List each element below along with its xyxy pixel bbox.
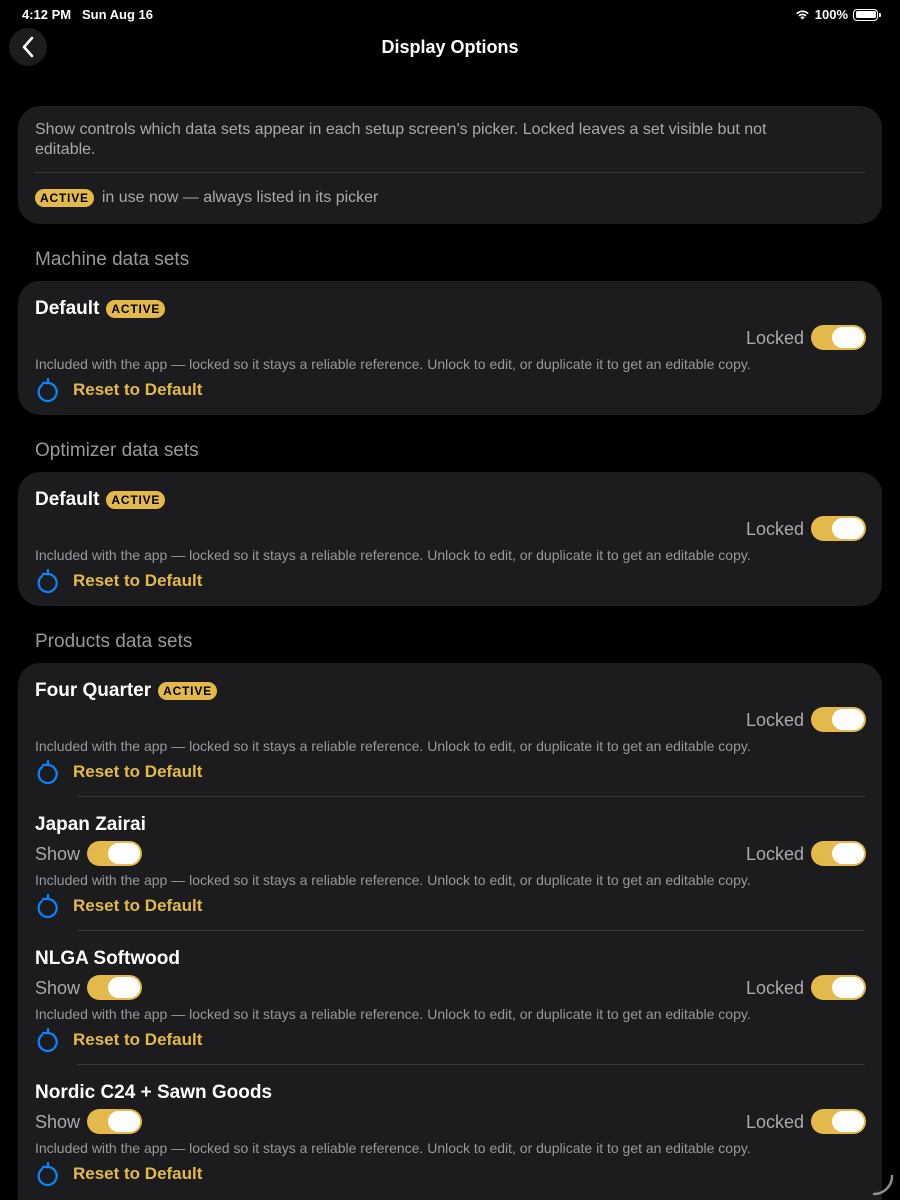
item-name: NLGA Softwood <box>35 948 180 969</box>
status-date: Sun Aug 16 <box>81 7 154 22</box>
status-bar: 4:12 PM Sun Aug 16 100% <box>0 0 900 28</box>
show-toggle[interactable] <box>87 975 142 1000</box>
reset-button[interactable]: Reset to Default <box>35 1161 202 1187</box>
active-badge: ACTIVE <box>106 491 166 509</box>
item-name: Japan Zairai <box>35 814 146 835</box>
list-item: Four Quarter ACTIVE Locked Included with… <box>18 663 882 797</box>
machine-card: Default ACTIVE Locked Included with the … <box>18 281 882 415</box>
locked-toggle[interactable] <box>811 516 866 541</box>
reset-label: Reset to Default <box>73 571 203 590</box>
locked-label: Locked <box>745 710 804 730</box>
item-name: Default <box>35 489 100 510</box>
info-description: Show controls which data sets appear in … <box>35 121 767 158</box>
item-title: Nordic C24 + Sawn Goods <box>35 1082 272 1104</box>
reset-label: Reset to Default <box>73 896 203 915</box>
nav-bar: Display Options <box>0 28 900 68</box>
item-title: Four Quarter ACTIVE <box>35 680 217 702</box>
reset-button[interactable]: Reset to Default <box>35 568 202 594</box>
page-title: Display Options <box>381 37 519 57</box>
scroll-indicator[interactable] <box>872 1174 894 1196</box>
item-description: Included with the app — locked so it sta… <box>35 547 751 563</box>
locked-toggle[interactable] <box>811 1109 866 1134</box>
item-name: Default <box>35 298 100 319</box>
item-description: Included with the app — locked so it sta… <box>35 1006 751 1022</box>
locked-toggle[interactable] <box>811 975 866 1000</box>
reset-label: Reset to Default <box>73 1164 203 1183</box>
section-header-optimizer: Optimizer data sets <box>35 440 199 461</box>
status-time-date: 4:12 PM Sun Aug 16 <box>22 7 153 22</box>
reset-button[interactable]: Reset to Default <box>35 759 202 785</box>
battery-percent: 100% <box>814 7 848 22</box>
list-item: Default ACTIVE Locked Included with the … <box>18 281 882 415</box>
locked-label: Locked <box>745 328 804 348</box>
item-description: Included with the app — locked so it sta… <box>35 356 751 372</box>
locked-toggle[interactable] <box>811 707 866 732</box>
reset-icon <box>37 1027 58 1053</box>
battery-icon <box>853 8 881 21</box>
reset-icon <box>37 759 58 785</box>
show-label: Show <box>35 1112 81 1132</box>
active-badge: ACTIVE <box>158 682 217 700</box>
optimizer-card: Default ACTIVE Locked Included with the … <box>18 472 882 606</box>
section-header-machine: Machine data sets <box>35 249 190 270</box>
status-time: 4:12 PM <box>22 7 72 22</box>
active-legend: ACTIVE in use now — always listed in its… <box>35 189 865 207</box>
reset-icon <box>37 377 58 403</box>
list-item: Default ACTIVE Locked Included with the … <box>18 472 882 606</box>
products-card: Four Quarter ACTIVE Locked Included with… <box>18 663 882 1200</box>
show-label: Show <box>35 844 81 864</box>
active-badge: ACTIVE <box>35 189 94 207</box>
info-card: Show controls which data sets appear in … <box>18 106 882 224</box>
item-title: Default ACTIVE <box>35 489 166 511</box>
item-description: Included with the app — locked so it sta… <box>35 872 751 888</box>
reset-button[interactable]: Reset to Default <box>35 893 202 919</box>
reset-icon <box>37 893 58 919</box>
reset-label: Reset to Default <box>73 762 203 781</box>
locked-label: Locked <box>745 519 804 539</box>
reset-icon <box>37 1161 58 1187</box>
section-header-products: Products data sets <box>35 631 193 652</box>
item-description: Included with the app — locked so it sta… <box>35 738 751 754</box>
locked-toggle[interactable] <box>811 841 866 866</box>
reset-label: Reset to Default <box>73 380 203 399</box>
locked-label: Locked <box>745 1112 804 1132</box>
legend-text: in use now — always listed in its picker <box>101 189 379 206</box>
locked-label: Locked <box>745 844 804 864</box>
reset-label: Reset to Default <box>73 1030 203 1049</box>
reset-button[interactable]: Reset to Default <box>35 377 202 403</box>
divider <box>35 172 865 173</box>
item-title: Japan Zairai <box>35 814 146 836</box>
active-badge: ACTIVE <box>106 300 166 318</box>
item-title: NLGA Softwood <box>35 948 180 970</box>
wifi-icon <box>795 10 809 20</box>
item-name: Four Quarter <box>35 680 152 701</box>
status-right: 100% <box>795 7 881 22</box>
locked-toggle[interactable] <box>811 325 866 350</box>
item-name: Nordic C24 + Sawn Goods <box>35 1082 273 1103</box>
list-item: Nordic C24 + Sawn Goods Show Locked Incl… <box>18 1065 882 1199</box>
item-description: Included with the app — locked so it sta… <box>35 1140 751 1156</box>
list-item: NLGA Softwood Show Locked Included with … <box>18 931 882 1065</box>
locked-label: Locked <box>745 978 804 998</box>
show-label: Show <box>35 978 81 998</box>
show-toggle[interactable] <box>87 1109 142 1134</box>
reset-icon <box>37 568 58 594</box>
list-item: Japan Zairai Show Locked Included with t… <box>18 797 882 931</box>
reset-button[interactable]: Reset to Default <box>35 1027 202 1053</box>
item-title: Default ACTIVE <box>35 298 166 320</box>
show-toggle[interactable] <box>87 841 142 866</box>
